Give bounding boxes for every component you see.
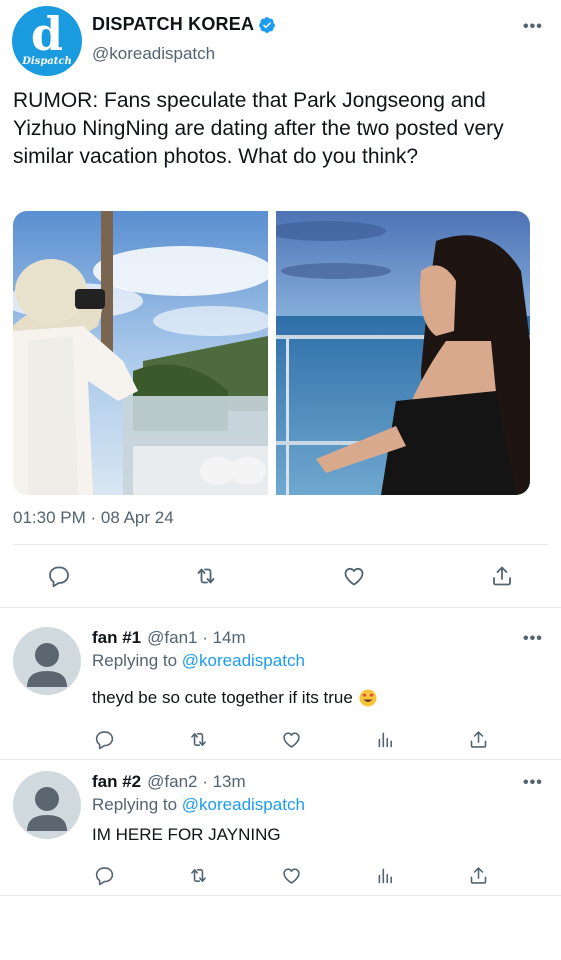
account-name-row[interactable]: DISPATCH KOREA bbox=[92, 14, 276, 35]
retweet-button[interactable] bbox=[188, 560, 224, 592]
tweet-photo-right[interactable] bbox=[276, 211, 530, 495]
retweet-icon bbox=[197, 568, 215, 584]
heart-icon bbox=[282, 731, 300, 748]
tweet-timestamp[interactable]: 01:30 PM · 08 Apr 24 bbox=[13, 508, 174, 528]
reply-button[interactable] bbox=[41, 560, 77, 592]
reply-author-handle: @fan2 · 13m bbox=[147, 772, 246, 791]
share-button[interactable] bbox=[484, 560, 520, 592]
heart-icon bbox=[344, 567, 364, 586]
reply-text: IM HERE FOR JAYNING bbox=[92, 825, 281, 844]
share-button[interactable] bbox=[464, 862, 492, 888]
reply-button[interactable] bbox=[90, 726, 118, 752]
retweet-icon bbox=[190, 732, 206, 746]
reply-author-row[interactable]: fan #1 @fan1 · 14m bbox=[92, 628, 246, 648]
heart-icon bbox=[282, 867, 300, 884]
avatar-logo-letter: d bbox=[30, 7, 64, 61]
tweet-text: RUMOR: Fans speculate that Park Jongseon… bbox=[13, 89, 504, 168]
replying-label: Replying to bbox=[92, 795, 178, 814]
reply-avatar[interactable] bbox=[13, 771, 81, 839]
reply-text: theyd be so cute together if its true bbox=[92, 688, 353, 707]
reply-button[interactable] bbox=[90, 862, 118, 888]
photo-left-image bbox=[13, 211, 268, 495]
retweet-button[interactable] bbox=[184, 862, 212, 888]
retweet-button[interactable] bbox=[184, 726, 212, 752]
reply-author-name[interactable]: fan #1 bbox=[92, 628, 141, 648]
reply-text-row: theyd be so cute together if its true bbox=[92, 688, 377, 708]
replying-label: Replying to bbox=[92, 651, 178, 670]
share-icon bbox=[470, 730, 486, 748]
more-options-icon[interactable]: ••• bbox=[523, 630, 543, 648]
like-button[interactable] bbox=[336, 560, 372, 592]
more-options-icon[interactable]: ••• bbox=[523, 774, 543, 792]
replying-to-line: Replying to @koreadispatch bbox=[92, 795, 305, 815]
reply-icon bbox=[95, 730, 113, 749]
reply-author-row[interactable]: fan #2 @fan2 · 13m bbox=[92, 772, 246, 792]
more-options-icon[interactable]: ••• bbox=[523, 18, 543, 36]
analytics-icon bbox=[378, 868, 392, 883]
divider bbox=[13, 544, 548, 545]
heart-eyes-emoji-icon bbox=[359, 689, 377, 707]
like-button[interactable] bbox=[277, 726, 305, 752]
analytics-button[interactable] bbox=[371, 726, 399, 752]
share-button[interactable] bbox=[464, 726, 492, 752]
divider bbox=[0, 895, 561, 896]
reply-icon bbox=[49, 566, 69, 588]
replying-to-mention[interactable]: @koreadispatch bbox=[182, 651, 305, 670]
reply-author-handle: @fan1 · 14m bbox=[147, 628, 246, 647]
share-icon bbox=[493, 566, 511, 586]
account-handle[interactable]: @koreadispatch bbox=[92, 44, 215, 64]
replying-to-line: Replying to @koreadispatch bbox=[92, 651, 305, 671]
divider bbox=[0, 607, 561, 608]
avatar-logo-word: Dispatch bbox=[22, 56, 72, 67]
verified-badge-icon bbox=[259, 16, 276, 33]
divider bbox=[0, 759, 561, 760]
reply-text-row: IM HERE FOR JAYNING bbox=[92, 825, 281, 845]
account-avatar[interactable]: d Dispatch bbox=[12, 6, 82, 76]
reply-author-name[interactable]: fan #2 bbox=[92, 772, 141, 792]
retweet-icon bbox=[190, 868, 206, 882]
reply-icon bbox=[95, 866, 113, 885]
default-avatar-icon bbox=[27, 643, 67, 687]
photo-right-image bbox=[276, 211, 530, 495]
analytics-button[interactable] bbox=[371, 862, 399, 888]
reply-avatar[interactable] bbox=[13, 627, 81, 695]
account-name[interactable]: DISPATCH KOREA bbox=[92, 14, 254, 35]
analytics-icon bbox=[378, 732, 392, 747]
tweet-photo-left[interactable] bbox=[13, 211, 268, 495]
default-avatar-icon bbox=[27, 787, 67, 831]
replying-to-mention[interactable]: @koreadispatch bbox=[182, 795, 305, 814]
like-button[interactable] bbox=[277, 862, 305, 888]
share-icon bbox=[470, 866, 486, 884]
